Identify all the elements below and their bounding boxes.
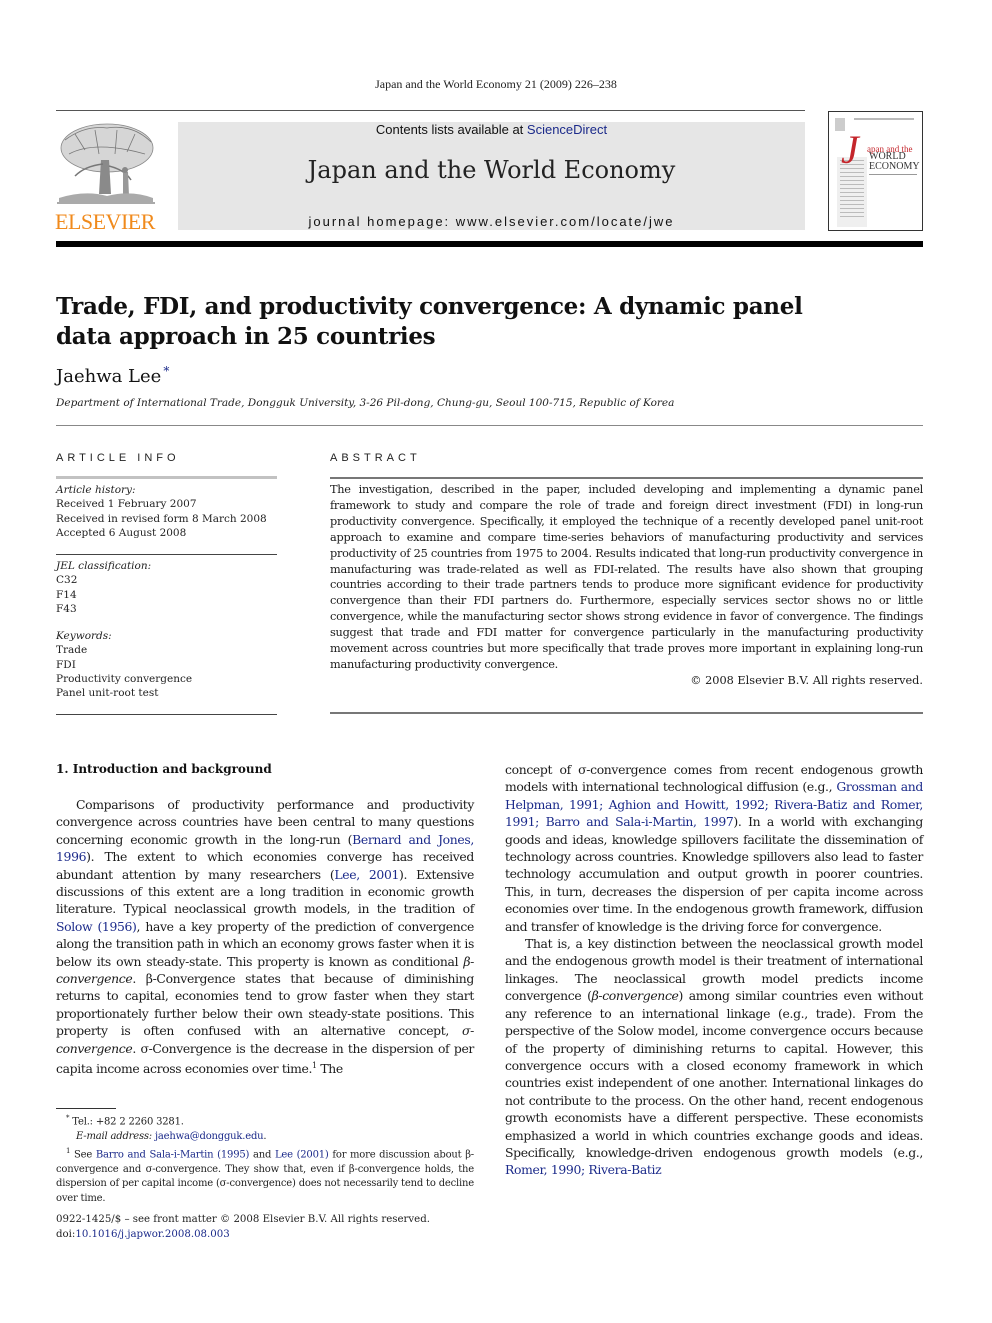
article-title: Trade, FDI, and productivity convergence… <box>56 293 803 350</box>
author-name: Jaehwa Lee <box>56 366 162 387</box>
footnote-star-mark: * <box>66 1114 70 1122</box>
abstract-rule <box>330 477 923 479</box>
history-accepted: Accepted 6 August 2008 <box>56 526 187 539</box>
journal-homepage-link[interactable]: journal homepage: www.elsevier.com/locat… <box>178 214 805 229</box>
history-revised: Received in revised form 8 March 2008 <box>56 512 267 525</box>
issn-line: 0922-1425/$ – see front matter © 2008 El… <box>56 1214 430 1225</box>
paragraph: concept of σ-convergence comes from rece… <box>505 762 924 934</box>
section-heading: 1. Introduction and background <box>56 762 272 776</box>
abstract-heading: ABSTRACT <box>330 452 421 464</box>
jel-label: JEL classification: <box>56 560 152 572</box>
cover-header-bar <box>854 118 914 120</box>
elsevier-tree-icon <box>57 123 155 204</box>
cover-j-glyph: J <box>841 127 859 172</box>
jel-code: F14 <box>56 588 77 601</box>
article-history: Article history: Received 1 February 200… <box>56 483 277 540</box>
keyword: FDI <box>56 658 76 671</box>
footnote-ref[interactable]: 1 <box>312 1061 317 1070</box>
article-info-rule <box>56 476 277 479</box>
footnote-1-text: See Barro and Sala-i-Martin (1995) and L… <box>56 1149 474 1204</box>
cover-title: WORLD ECONOMY <box>869 152 920 172</box>
footnote-rule <box>56 1108 116 1109</box>
history-divider <box>56 554 277 555</box>
abstract-copyright: © 2008 Elsevier B.V. All rights reserved… <box>690 674 923 687</box>
contents-line: Contents lists available at ScienceDirec… <box>178 122 805 137</box>
emphasis: β-convergence <box>591 988 679 1004</box>
front-matter: 0922-1425/$ – see front matter © 2008 El… <box>56 1212 474 1242</box>
journal-name: Japan and the World Economy <box>307 156 676 184</box>
abstract-bottom-rule <box>330 712 923 714</box>
sciencedirect-link[interactable]: ScienceDirect <box>527 122 607 137</box>
journal-cover-thumbnail[interactable]: J apan and the WORLD ECONOMY <box>828 111 923 231</box>
cover-economy: ECONOMY <box>869 161 920 172</box>
history-label: Article history: <box>56 484 136 496</box>
email-link[interactable]: jaehwa@dongguk.edu <box>155 1131 264 1142</box>
citation-link[interactable]: Barro and Sala-i-Martin (1995) <box>96 1149 250 1160</box>
doi-label: doi: <box>56 1229 76 1240</box>
doi-line: doi:10.1016/j.japwor.2008.08.003 <box>56 1227 474 1242</box>
body-column-right: concept of σ-convergence comes from rece… <box>505 761 923 1179</box>
jel-classification: JEL classification: C32 F14 F43 <box>56 559 277 616</box>
citation-link[interactable]: Romer, 1990; Rivera-Batiz <box>505 1162 662 1177</box>
paragraph: Comparisons of productivity performance … <box>56 797 475 1077</box>
email-end: . <box>263 1130 267 1142</box>
running-head: Japan and the World Economy 21 (2009) 22… <box>375 77 617 91</box>
author: Jaehwa Lee * <box>56 364 169 387</box>
keyword: Productivity convergence <box>56 672 193 685</box>
citation-link[interactable]: Lee (2001) <box>275 1149 329 1160</box>
history-received: Received 1 February 2007 <box>56 498 197 511</box>
paragraph: That is, a key distinction between the n… <box>505 936 923 1178</box>
footnote-1-mark: 1 <box>66 1147 71 1156</box>
footnote-star: * Tel.: +82 2 2260 3281. <box>56 1111 474 1130</box>
doi-link[interactable]: 10.1016/j.japwor.2008.08.003 <box>75 1229 229 1240</box>
footnote-1: 1 See Barro and Sala-i-Martin (1995) and… <box>56 1144 474 1206</box>
affiliation: Department of International Trade, Dongg… <box>56 397 675 409</box>
elsevier-logo[interactable]: ELSEVIER <box>55 120 157 234</box>
body-column-left: Comparisons of productivity performance … <box>56 796 474 1078</box>
citation-link[interactable]: Bernard and Jones, 1996 <box>56 832 474 864</box>
citation-link[interactable]: Solow (1956) <box>56 919 137 934</box>
masthead-rule <box>56 241 923 247</box>
cover-subtitle-line <box>869 174 917 175</box>
author-footnote-link[interactable]: * <box>163 364 169 378</box>
header-divider <box>56 425 923 426</box>
footnote-email: E-mail address: jaehwa@dongguk.edu. <box>56 1130 474 1144</box>
email-label: E-mail address: <box>76 1130 155 1142</box>
keyword: Panel unit-root test <box>56 687 159 700</box>
elsevier-wordmark: ELSEVIER <box>55 209 155 234</box>
journal-masthead: Contents lists available at ScienceDirec… <box>178 122 805 230</box>
abstract-text: The investigation, described in the pape… <box>330 483 923 671</box>
keywords-label: Keywords: <box>56 630 112 642</box>
footnotes: * Tel.: +82 2 2260 3281. E-mail address:… <box>56 1111 474 1206</box>
article-info-heading: ARTICLE INFO <box>56 452 180 464</box>
contents-prefix: Contents lists available at <box>375 122 527 137</box>
keywords-divider <box>56 714 277 715</box>
keyword: Trade <box>56 644 88 657</box>
jel-code: F43 <box>56 602 77 615</box>
citation-link[interactable]: Lee, 2001 <box>334 867 399 882</box>
keywords: Keywords: Trade FDI Productivity converg… <box>56 629 277 700</box>
emphasis: σ-convergence <box>56 1023 474 1056</box>
jel-code: C32 <box>56 574 78 587</box>
top-rule <box>56 110 805 111</box>
footnote-tel: Tel.: +82 2 2260 3281. <box>72 1116 184 1128</box>
emphasis: β-convergence <box>56 953 474 987</box>
citation-link[interactable]: Grossman and Helpman, 1991; Aghion and H… <box>505 779 923 829</box>
